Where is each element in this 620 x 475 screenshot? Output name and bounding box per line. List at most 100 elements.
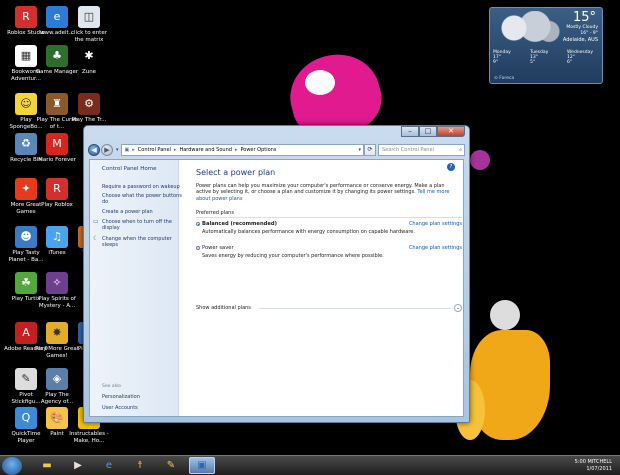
app-icon: R	[15, 6, 37, 28]
plan-description: Automatically balances performance with …	[202, 229, 415, 235]
balanced-radio[interactable]	[196, 222, 200, 226]
personalization-link[interactable]: Personalization	[102, 394, 182, 400]
control-panel-home-link[interactable]: Control Panel Home	[102, 166, 182, 172]
weather-condition: Mostly Cloudy 16° - 9°	[566, 25, 598, 36]
app-icon: ◫	[78, 6, 100, 28]
desktop-icon[interactable]: ⚙ Play The Tr...	[67, 93, 111, 124]
divider	[196, 217, 462, 218]
breadcrumb-control-panel[interactable]: Control Panel	[138, 147, 171, 153]
desktop-icon[interactable]: R Play Roblox	[35, 178, 79, 209]
app-icon: R	[46, 178, 68, 200]
help-icon[interactable]: ?	[447, 163, 455, 171]
power-saver-radio[interactable]	[196, 246, 200, 250]
app-icon: ✸	[46, 322, 68, 344]
window-content: Control Panel Home Require a password on…	[89, 159, 464, 417]
refresh-button[interactable]: ⟳	[364, 144, 376, 156]
window-controls: – □ ✕	[401, 126, 465, 137]
app-icon: A	[15, 322, 37, 344]
desktop-icon-label: Play Spirits of Mystery - A...	[38, 296, 76, 309]
desktop-icon-label: Instructables - Make, Ho...	[69, 431, 109, 444]
computer-sleeps-link[interactable]: ☾ Change when the computer sleeps	[93, 235, 182, 249]
plan-balanced: Balanced (recommended) Automatically bal…	[196, 221, 462, 235]
desktop-icon-label: Play The Agency of...	[40, 392, 74, 405]
app-icon: M	[46, 133, 68, 155]
desktop-icon[interactable]: ✱ Zune	[67, 45, 111, 76]
page-title: Select a power plan	[196, 168, 276, 177]
moon-icon: ☾	[93, 235, 99, 242]
desktop-icon[interactable]: ✧ Play Spirits of Mystery - A...	[35, 272, 79, 309]
app-icon: Q	[15, 407, 37, 429]
weather-provider[interactable]: ⊙ Foreca	[494, 76, 514, 81]
forward-button[interactable]: ▶	[101, 144, 113, 156]
forecast-day: Monday 17° 9°	[493, 50, 511, 65]
weather-location: Adelaide, AUS	[562, 37, 598, 43]
app-icon: ✎	[15, 368, 37, 390]
app-icon: e	[46, 6, 68, 28]
app-icon: ✦	[15, 178, 37, 200]
create-power-plan-link[interactable]: Create a power plan	[102, 209, 182, 215]
start-button[interactable]	[2, 456, 22, 475]
desktop: R Roblox Studio e www.adelt... ◫ click to ent…	[0, 0, 620, 455]
app-icon: ☘	[15, 272, 37, 294]
clock[interactable]: 5:00 MITCHELL 1/07/2011	[575, 459, 612, 472]
search-input[interactable]: Search Control Panel ⌕	[378, 144, 465, 156]
desktop-icon-label: Play The Tr...	[71, 117, 107, 123]
desktop-icon-label: Zune	[81, 69, 97, 75]
ie-taskbar-icon[interactable]: e	[96, 457, 122, 474]
wallpaper-shape	[305, 70, 335, 95]
desktop-icon[interactable]: ◈ Play The Agency of...	[35, 368, 79, 405]
weather-forecast: Monday 17° 9° Tuesday 13° 5° Wednesday 1…	[493, 50, 601, 65]
desktop-icon-label: Mario Forever	[38, 157, 76, 163]
folder-taskbar-icon[interactable]: ▬	[34, 457, 60, 474]
wallpaper-shape	[490, 300, 520, 330]
plan-power-saver: Power saver Saves energy by reducing you…	[196, 245, 462, 259]
turn-off-display-link[interactable]: ▭ Choose when to turn off the display	[93, 218, 182, 232]
app-icon: ☺	[15, 93, 37, 115]
user-accounts-link[interactable]: User Accounts	[102, 405, 182, 411]
search-icon: ⌕	[459, 147, 462, 153]
change-plan-settings-link[interactable]: Change plan settings	[409, 245, 462, 251]
change-plan-settings-link[interactable]: Change plan settings	[409, 221, 462, 227]
desktop-icon[interactable]: M Mario Forever	[35, 133, 79, 164]
preferred-plans-heading: Preferred plans	[196, 210, 234, 216]
media-taskbar-icon[interactable]: ▶	[65, 457, 91, 474]
recent-pages-dropdown[interactable]: ▾	[116, 147, 119, 153]
app-icon: ✧	[46, 272, 68, 294]
forecast-day: Tuesday 13° 5°	[530, 50, 549, 65]
require-password-link[interactable]: Require a password on wakeup	[102, 184, 182, 190]
paint-taskbar-icon[interactable]: ✎	[158, 457, 184, 474]
close-button[interactable]: ✕	[437, 126, 465, 137]
maximize-button[interactable]: □	[419, 126, 437, 137]
cloud-icon	[493, 11, 563, 45]
app-icon: ✱	[78, 45, 100, 67]
display-icon: ▭	[93, 218, 99, 225]
control-panel-taskbar-icon[interactable]: ▣	[189, 457, 215, 474]
minimize-button[interactable]: –	[401, 126, 419, 137]
breadcrumb-power-options[interactable]: Power Options	[240, 147, 276, 153]
app-icon: ◈	[46, 368, 68, 390]
desktop-icon-label: click to enter the matrix	[71, 30, 107, 43]
plan-description: Saves energy by reducing your computer's…	[202, 253, 384, 259]
address-dropdown-icon[interactable]: ▾	[358, 147, 361, 153]
app-icon: ☻	[15, 226, 37, 248]
app-icon: ♻	[15, 133, 37, 155]
weather-temp: 15°	[572, 10, 596, 25]
forecast-day: Wednesday 12° 6°	[567, 50, 594, 65]
breadcrumb-hardware-and-sound[interactable]: Hardware and Sound	[179, 147, 231, 153]
taskbar: ▬ ▶ e ☨ ✎ ▣ 5:00 MITCHELL 1/07/2011	[0, 455, 620, 475]
power-buttons-link[interactable]: Choose what the power buttons do	[102, 193, 182, 206]
back-button[interactable]: ◀	[88, 144, 100, 156]
desktop-icon[interactable]: ◫ click to enter the matrix	[67, 6, 111, 43]
app-icon: 🎨	[46, 407, 68, 429]
address-bar[interactable]: ▣ ▸ Control Panel ▸ Hardware and Sound ▸…	[120, 144, 364, 156]
app-icon: ♜	[46, 93, 68, 115]
app-icon: ♫	[46, 226, 68, 248]
app-icon: ♣	[46, 45, 68, 67]
show-additional-plans[interactable]: Show additional plans	[196, 305, 251, 311]
app-icon: ▦	[15, 45, 37, 67]
weather-gadget[interactable]: 15° Mostly Cloudy 16° - 9° Adelaide, AUS…	[489, 7, 603, 84]
power-options-window: – □ ✕ ◀ ▶ ▾ ▣ ▸ Control Panel ▸ Hardware…	[83, 125, 470, 423]
expand-chevron-icon[interactable]: ⌄	[454, 304, 462, 312]
pivot-taskbar-icon[interactable]: ☨	[127, 457, 153, 474]
divider	[259, 308, 451, 309]
